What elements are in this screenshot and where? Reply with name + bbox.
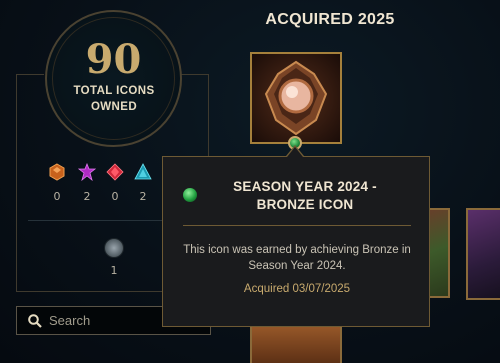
tooltip-acquired-date: Acquired 03/07/2025 <box>243 283 351 295</box>
icon-tile-bronze[interactable] <box>250 52 342 144</box>
bronze-emblem-icon <box>264 60 328 136</box>
section-title: ACQUIRED 2025 <box>265 11 395 28</box>
tooltip-pointer-inner <box>287 147 303 157</box>
search-icon <box>28 313 42 328</box>
red-gem-icon[interactable] <box>106 163 124 181</box>
crest-emblem-icon[interactable] <box>104 238 124 258</box>
icon-tile[interactable] <box>466 208 500 300</box>
purple-gem-icon[interactable] <box>78 163 96 181</box>
tooltip-gem-icon <box>183 188 197 202</box>
total-icons-count: 90 <box>85 36 142 83</box>
tooltip-divider <box>183 225 411 226</box>
emblem-count: 1 <box>110 264 118 277</box>
orange-gem-count: 0 <box>53 190 61 203</box>
purple-gem-count: 2 <box>83 190 91 203</box>
orange-gem-icon[interactable] <box>48 163 66 181</box>
total-icons-label: TOTAL ICONS OWNED <box>73 85 155 113</box>
red-gem-count: 0 <box>111 190 119 203</box>
tooltip-description: This icon was earned by achieving Bronze… <box>183 244 411 272</box>
icon-tile[interactable] <box>250 322 342 363</box>
icon-tooltip: SEASON YEAR 2024 - BRONZE ICON This icon… <box>162 156 430 327</box>
cyan-gem-icon[interactable] <box>134 163 152 181</box>
tooltip-title: SEASON YEAR 2024 - BRONZE ICON <box>233 179 377 212</box>
cyan-gem-count: 2 <box>139 190 147 203</box>
